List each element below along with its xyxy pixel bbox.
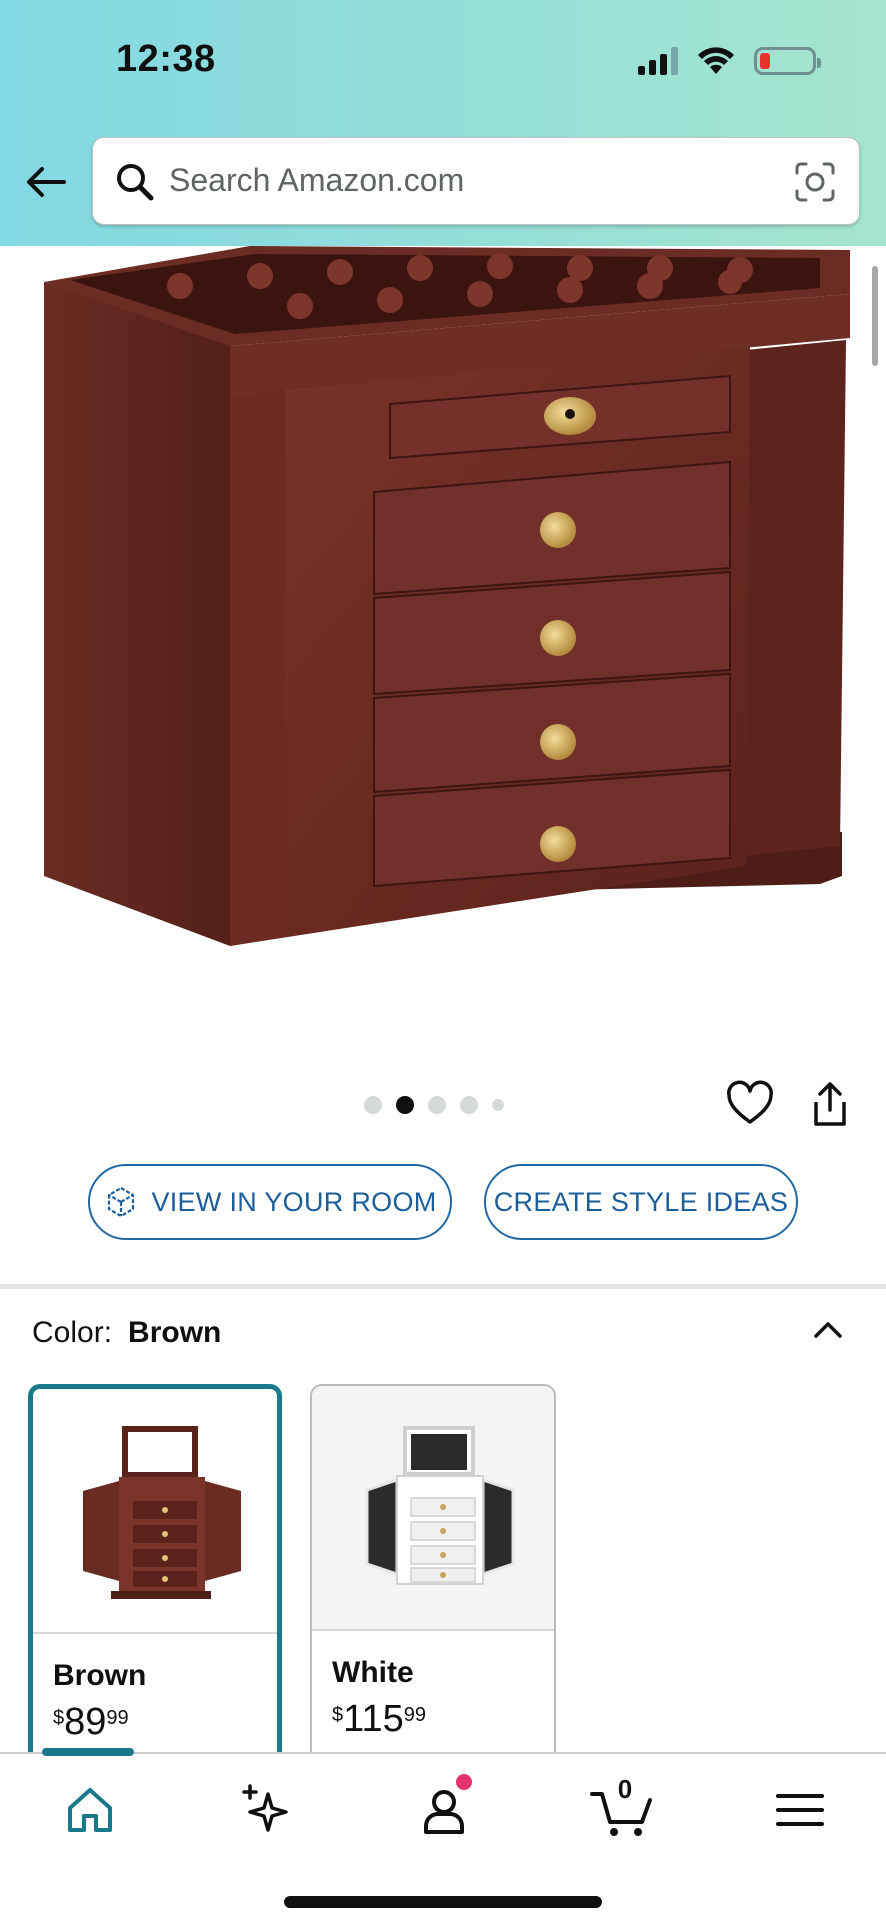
active-tab-indicator (42, 1748, 134, 1756)
menu-icon[interactable] (770, 1780, 830, 1840)
chevron-up-icon[interactable] (808, 1310, 848, 1350)
carousel-dot[interactable] (428, 1096, 446, 1114)
carousel-dots[interactable] (364, 1096, 504, 1114)
color-swatch-brown[interactable]: Brown $89 99 (28, 1384, 282, 1764)
carousel-dot[interactable] (492, 1099, 504, 1111)
battery-icon (754, 47, 821, 75)
color-label: Color: (32, 1316, 113, 1349)
create-style-ideas-button[interactable]: CREATE STYLE IDEAS (484, 1164, 798, 1240)
camera-search-icon[interactable] (793, 160, 837, 204)
search-icon (117, 164, 154, 201)
view-in-your-room-button[interactable]: VIEW IN YOUR ROOM (88, 1164, 452, 1240)
status-time: 12:38 (116, 38, 216, 80)
swatch-price: $89 99 (53, 1701, 129, 1743)
brown-jewelry-box-image (83, 1425, 241, 1599)
header: 12:38 Search Amazon.com (0, 0, 886, 246)
ar-cube-icon (108, 1186, 135, 1218)
swatch-price: $115 99 (332, 1698, 426, 1740)
swatch-name: White (332, 1656, 414, 1689)
bottom-navigation: 0 (0, 1748, 886, 1920)
variation-header: Color: Brown (32, 1316, 221, 1350)
selected-color: Brown (128, 1316, 222, 1349)
swatch-image (312, 1386, 554, 1631)
scroll-indicator (872, 266, 878, 366)
swatch-name: Brown (53, 1659, 147, 1692)
home-indicator[interactable] (284, 1896, 602, 1908)
share-icon[interactable] (808, 1080, 852, 1128)
create-style-ideas-label: CREATE STYLE IDEAS (493, 1186, 789, 1217)
product-image-gallery[interactable] (0, 246, 886, 1046)
swatch-image (33, 1389, 277, 1634)
cart-tab[interactable]: 0 (588, 1774, 658, 1840)
search-input[interactable]: Search Amazon.com (92, 137, 860, 225)
white-jewelry-box-image (365, 1425, 515, 1585)
status-icons (638, 44, 821, 78)
carousel-dot[interactable] (460, 1096, 478, 1114)
search-placeholder: Search Amazon.com (169, 162, 465, 198)
account-tab[interactable] (414, 1774, 474, 1840)
view-in-your-room-label: VIEW IN YOUR ROOM (151, 1186, 437, 1217)
cellular-signal-icon (638, 47, 678, 75)
product-image (44, 246, 850, 946)
home-icon[interactable] (60, 1780, 120, 1840)
cart-count: 0 (617, 1774, 633, 1804)
section-divider (0, 1284, 886, 1289)
heart-icon[interactable] (726, 1080, 774, 1128)
back-arrow-icon[interactable] (24, 160, 68, 204)
ai-sparkle-icon[interactable] (236, 1780, 296, 1840)
wifi-icon (698, 47, 734, 74)
carousel-dot[interactable] (364, 1096, 382, 1114)
carousel-dot-active[interactable] (396, 1096, 414, 1114)
notification-dot (456, 1774, 472, 1790)
color-swatch-white[interactable]: White $115 99 (310, 1384, 556, 1764)
